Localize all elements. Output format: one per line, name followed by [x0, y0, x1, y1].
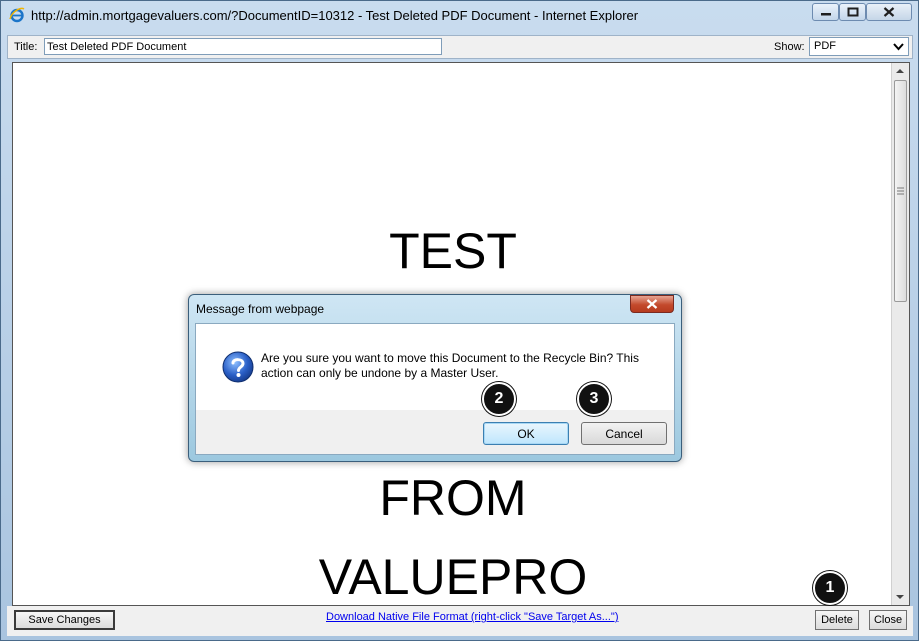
- close-icon: [883, 7, 895, 17]
- vertical-scrollbar[interactable]: [891, 63, 909, 605]
- confirm-dialog: Message from webpage Are you sure you wa…: [188, 294, 682, 462]
- dialog-button-area: OK Cancel: [196, 410, 674, 454]
- close-icon: [646, 299, 658, 309]
- bottom-action-bar: Save Changes Download Native File Format…: [7, 606, 913, 636]
- chevron-down-icon: [893, 43, 904, 51]
- title-label: Title:: [14, 41, 38, 53]
- scroll-up-icon[interactable]: [892, 63, 908, 79]
- pdf-text-line: TEST: [389, 223, 517, 279]
- window-title: http://admin.mortgagevaluers.com/?Docume…: [31, 8, 639, 23]
- internet-explorer-icon: [9, 7, 25, 23]
- maximize-button[interactable]: [839, 3, 866, 21]
- scroll-down-icon[interactable]: [892, 589, 908, 605]
- grip-icon: [897, 187, 904, 195]
- show-label: Show:: [774, 41, 805, 53]
- pdf-text-line: FROM: [379, 470, 527, 526]
- callout-badge: 3: [577, 382, 611, 416]
- dialog-title: Message from webpage: [196, 302, 325, 316]
- scrollbar-thumb[interactable]: [894, 80, 907, 302]
- callout-badge: 2: [482, 382, 516, 416]
- question-icon: [222, 351, 254, 383]
- show-select-value: PDF: [814, 40, 836, 52]
- pdf-text-line: VALUEPRO: [318, 549, 588, 605]
- window-close-button[interactable]: [866, 3, 912, 21]
- delete-button[interactable]: Delete: [815, 610, 859, 630]
- callout-badge: 1: [813, 571, 847, 605]
- download-native-link[interactable]: Download Native File Format (right-click…: [326, 611, 618, 623]
- cancel-button[interactable]: Cancel: [581, 422, 667, 445]
- save-changes-button[interactable]: Save Changes: [14, 610, 115, 630]
- minimize-icon: [820, 13, 831, 16]
- title-input[interactable]: [44, 38, 442, 55]
- title-bar: http://admin.mortgagevaluers.com/?Docume…: [1, 1, 918, 31]
- document-toolbar: Title: Show: PDF: [7, 35, 913, 59]
- close-button[interactable]: Close: [869, 610, 907, 630]
- dialog-message: Are you sure you want to move this Docum…: [261, 351, 639, 380]
- minimize-button[interactable]: [812, 3, 839, 21]
- restore-icon: [847, 7, 858, 17]
- ok-button[interactable]: OK: [483, 422, 569, 445]
- dialog-close-button[interactable]: [630, 295, 674, 313]
- show-select[interactable]: PDF: [809, 37, 909, 56]
